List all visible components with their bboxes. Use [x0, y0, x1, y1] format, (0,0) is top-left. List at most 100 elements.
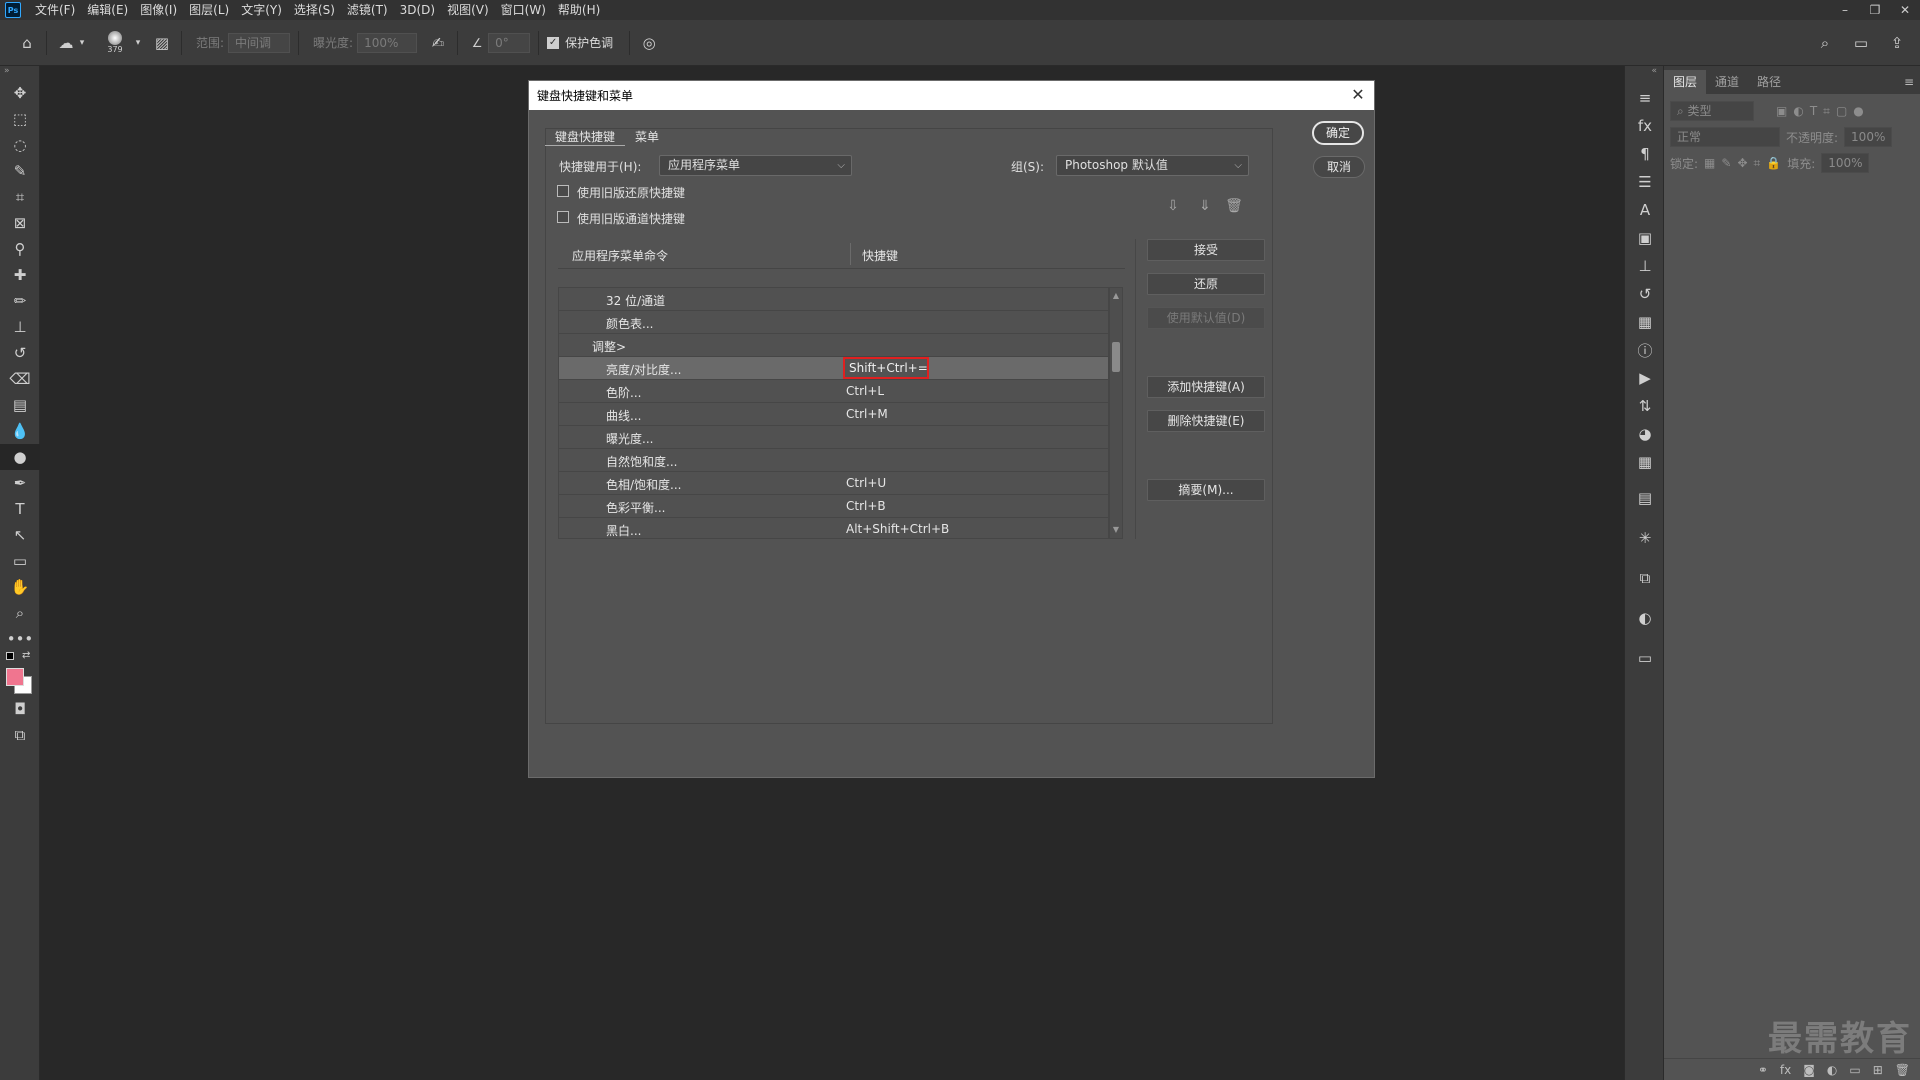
libraries-panel-icon[interactable]: ▣: [1625, 224, 1665, 252]
close-window-button[interactable]: ✕: [1890, 0, 1920, 20]
gradient-tool-icon[interactable]: ▤: [0, 392, 40, 418]
protect-tones-checkbox[interactable]: ✓: [547, 36, 560, 49]
filter-shape-icon[interactable]: ⌗: [1823, 104, 1830, 119]
quick-mask-icon[interactable]: ◘: [0, 696, 40, 722]
menu-item[interactable]: 视图(V): [441, 0, 495, 20]
delete-shortcut-button[interactable]: 删除快捷键(E): [1147, 410, 1265, 432]
new-adjustment-icon[interactable]: ◐: [1827, 1063, 1837, 1077]
filter-pixel-icon[interactable]: ▣: [1776, 104, 1787, 118]
tab-layers[interactable]: 图层: [1664, 70, 1707, 94]
type-tool-icon[interactable]: T: [0, 496, 40, 522]
collapse-icon[interactable]: «: [1625, 66, 1663, 84]
screen-mode-icon[interactable]: ⧉: [0, 722, 40, 748]
chevron-down-icon[interactable]: ▾: [133, 32, 143, 54]
airbrush-icon[interactable]: ✍: [427, 32, 449, 54]
filter-smart-object-icon[interactable]: ▢: [1836, 104, 1847, 118]
menu-item[interactable]: 编辑(E): [81, 0, 134, 20]
lasso-tool-icon[interactable]: ◌: [0, 132, 40, 158]
menu-item[interactable]: 图像(I): [134, 0, 183, 20]
new-group-icon[interactable]: ▭: [1849, 1063, 1860, 1077]
foreground-color-swatch[interactable]: [6, 668, 24, 686]
delete-set-icon[interactable]: 🗑: [1224, 197, 1244, 215]
menu-item[interactable]: 窗口(W): [495, 0, 552, 20]
eraser-tool-icon[interactable]: ⌫: [0, 366, 40, 392]
fx-panel-icon[interactable]: fx: [1625, 112, 1665, 140]
history-panel-icon[interactable]: ↺: [1625, 280, 1665, 308]
default-colors-icon[interactable]: [6, 652, 14, 660]
menu-item[interactable]: 文件(F): [29, 0, 81, 20]
table-row[interactable]: 色相/饱和度... Ctrl+U: [559, 472, 1108, 495]
legacy-channel-checkbox[interactable]: [557, 211, 569, 223]
actions-panel-icon[interactable]: ▶: [1625, 364, 1665, 392]
brush-settings-icon[interactable]: ▨: [151, 32, 173, 54]
menu-item[interactable]: 选择(S): [288, 0, 341, 20]
legacy-undo-checkbox[interactable]: [557, 185, 569, 197]
rectangle-tool-icon[interactable]: ▭: [0, 548, 40, 574]
exposure-field[interactable]: 100%: [357, 32, 418, 53]
menu-item[interactable]: 图层(L): [183, 0, 235, 20]
link-layers-icon[interactable]: ⚭: [1758, 1063, 1768, 1077]
quick-selection-tool-icon[interactable]: ✎: [0, 158, 40, 184]
filter-type-icon[interactable]: T: [1810, 104, 1817, 118]
brush-settings-panel-icon[interactable]: ≡: [1625, 84, 1665, 112]
tab-channels[interactable]: 通道: [1706, 70, 1748, 94]
fill-field[interactable]: 100%: [1821, 153, 1870, 173]
share-icon[interactable]: ⇪: [1886, 32, 1908, 54]
blend-mode-select[interactable]: 正常: [1670, 127, 1780, 147]
new-layer-icon[interactable]: ⊞: [1873, 1063, 1883, 1077]
clone-stamp-tool-icon[interactable]: ⊥: [0, 314, 40, 340]
table-row[interactable]: 亮度/对比度... Shift+Ctrl+=: [559, 357, 1108, 380]
panel-menu-icon[interactable]: ≡: [1898, 70, 1920, 94]
more-tools-icon[interactable]: •••: [0, 626, 40, 652]
info-panel-icon[interactable]: ⓘ: [1625, 336, 1665, 364]
pen-tool-icon[interactable]: ✒: [0, 470, 40, 496]
close-icon[interactable]: ✕: [1348, 85, 1368, 105]
table-row[interactable]: 自然饱和度...: [559, 449, 1108, 472]
undo-button[interactable]: 还原: [1147, 273, 1265, 295]
scroll-thumb[interactable]: [1112, 342, 1120, 372]
scroll-up-icon[interactable]: ▲: [1110, 290, 1122, 302]
channels-panel-icon[interactable]: ⇅: [1625, 392, 1665, 420]
menu-item[interactable]: 3D(D): [394, 0, 441, 20]
table-row[interactable]: 调整>: [559, 334, 1108, 357]
minimize-button[interactable]: –: [1830, 0, 1860, 20]
marquee-tool-icon[interactable]: ⬚: [0, 106, 40, 132]
accept-button[interactable]: 接受: [1147, 239, 1265, 261]
filter-adjustment-icon[interactable]: ◐: [1793, 104, 1803, 118]
healing-brush-tool-icon[interactable]: ✚: [0, 262, 40, 288]
notes-panel-icon[interactable]: ▤: [1625, 484, 1665, 512]
angle-field[interactable]: 0°: [488, 32, 531, 53]
home-icon[interactable]: ⌂: [16, 32, 38, 54]
color-swatches[interactable]: ⇄: [0, 650, 39, 696]
paragraph-panel-icon[interactable]: ¶: [1625, 140, 1665, 168]
ok-button[interactable]: 确定: [1312, 121, 1364, 145]
lock-position-icon[interactable]: ✥: [1737, 156, 1747, 170]
history-brush-tool-icon[interactable]: ↺: [0, 340, 40, 366]
use-default-button[interactable]: 使用默认值(D): [1147, 307, 1265, 329]
shortcuts-for-select[interactable]: 应用程序菜单 ⌵: [659, 155, 852, 176]
save-set-icon[interactable]: ⇩: [1163, 197, 1183, 215]
pressure-icon[interactable]: ◎: [638, 32, 660, 54]
menu-item[interactable]: 帮助(H): [552, 0, 606, 20]
table-row[interactable]: 曲线... Ctrl+M: [559, 403, 1108, 426]
brush-tool-icon[interactable]: ✏: [0, 288, 40, 314]
path-selection-tool-icon[interactable]: ↖: [0, 522, 40, 548]
restore-button[interactable]: ❐: [1860, 0, 1890, 20]
tab-keyboard-shortcuts[interactable]: 键盘快捷键: [545, 128, 626, 146]
properties-panel-icon[interactable]: ▦: [1625, 308, 1665, 336]
scroll-down-icon[interactable]: ▼: [1110, 524, 1122, 536]
lock-all-icon[interactable]: 🔒: [1766, 156, 1781, 170]
opacity-field[interactable]: 100%: [1844, 127, 1893, 147]
blur-tool-icon[interactable]: 💧: [0, 418, 40, 444]
tab-menus[interactable]: 菜单: [625, 128, 669, 146]
lock-pixels-icon[interactable]: ✎: [1721, 156, 1731, 170]
table-row[interactable]: 色阶... Ctrl+L: [559, 380, 1108, 403]
swap-colors-icon[interactable]: ⇄: [22, 650, 30, 661]
zoom-tool-icon[interactable]: ⌕: [0, 600, 40, 626]
summarize-button[interactable]: 摘要(M)...: [1147, 479, 1265, 501]
range-select[interactable]: 中间调: [228, 32, 291, 53]
timeline-panel-icon[interactable]: ⧉: [1625, 564, 1665, 592]
color-panel-icon[interactable]: ◕: [1625, 420, 1665, 448]
workspace-icon[interactable]: ▭: [1850, 32, 1872, 54]
frame-tool-icon[interactable]: ⊠: [0, 210, 40, 236]
